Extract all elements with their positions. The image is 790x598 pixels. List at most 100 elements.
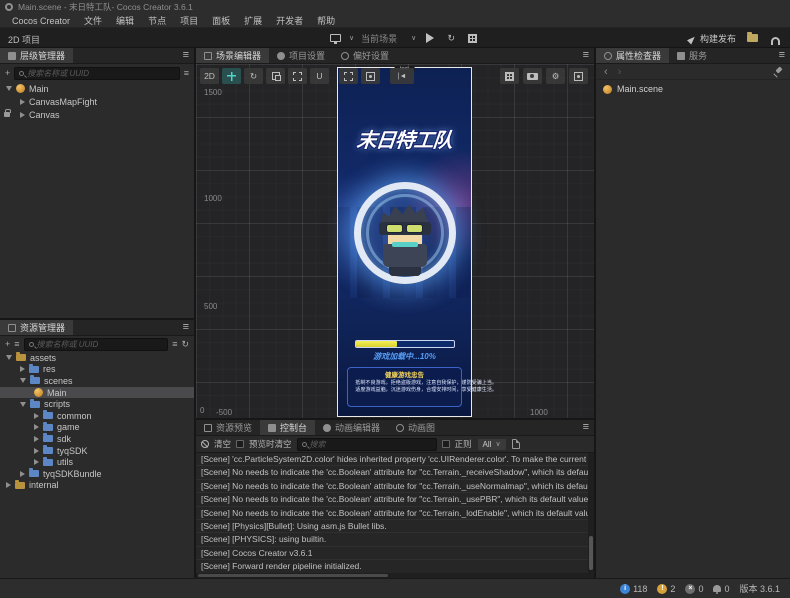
scale-tool-button[interactable] [266, 68, 285, 84]
rotate-tool-button[interactable]: ↻ [244, 68, 263, 84]
hierarchy-filter-button[interactable]: ≡ [184, 68, 189, 78]
hierarchy-menu-icon[interactable]: ≡ [183, 49, 189, 61]
expander-open-icon[interactable] [20, 378, 26, 383]
log-line[interactable]: [Scene] No needs to indicate the 'cc.Boo… [196, 493, 588, 506]
tab-animation-editor[interactable]: 动画编辑器 [315, 420, 388, 435]
expand-preview-button[interactable] [465, 31, 479, 45]
error-count-badge[interactable]: × 0 [685, 584, 703, 594]
asset-folder-common[interactable]: common [0, 410, 194, 422]
assets-menu-icon[interactable]: ≡ [183, 321, 189, 333]
clear-on-preview-checkbox[interactable] [236, 440, 244, 448]
menu-panel[interactable]: 面板 [205, 14, 237, 27]
log-line[interactable]: [Scene] No needs to indicate the 'cc.Boo… [196, 480, 588, 493]
gizmo-space-button[interactable]: U [310, 68, 329, 84]
tab-animation-graph[interactable]: 动画图 [388, 420, 443, 435]
preview-device-button[interactable] [328, 31, 342, 45]
menu-extension[interactable]: 扩展 [237, 14, 269, 27]
expander-closed-icon[interactable] [34, 413, 39, 419]
inspector-menu-icon[interactable]: ≡ [779, 49, 785, 61]
move-tool-button[interactable] [222, 68, 241, 84]
warning-count-badge[interactable]: ! 2 [657, 584, 675, 594]
clear-console-label[interactable]: 清空 [214, 438, 231, 450]
asset-folder-internal[interactable]: internal [0, 480, 194, 492]
device-chevron-icon[interactable]: ∨ [349, 34, 354, 42]
history-forward-button[interactable]: › [618, 66, 622, 78]
asset-folder-res[interactable]: res [0, 364, 194, 376]
view-2d-toggle[interactable]: 2D [200, 68, 219, 84]
collapse-all-button[interactable]: ≡ [14, 339, 19, 349]
asset-scene-main[interactable]: Main [0, 387, 194, 399]
tab-scene-editor[interactable]: 场景编辑器 [196, 48, 269, 63]
create-node-button[interactable]: + [5, 68, 10, 78]
asset-folder-assets[interactable]: assets [0, 352, 194, 364]
expander-closed-icon[interactable] [20, 471, 25, 477]
menu-project[interactable]: 项目 [173, 14, 205, 27]
scene-camera-button[interactable] [523, 68, 542, 84]
hierarchy-node-canvasmapfight[interactable]: CanvasMapFight [0, 95, 194, 108]
asset-folder-scripts[interactable]: scripts [0, 398, 194, 410]
log-line[interactable]: [Scene] No needs to indicate the 'cc.Boo… [196, 507, 588, 520]
asset-folder-tyqsdk[interactable]: tyqSDK [0, 445, 194, 457]
console-vertical-scrollbar[interactable] [589, 536, 593, 570]
asset-folder-utils[interactable]: utils [0, 456, 194, 468]
menu-cocos-creator[interactable]: Cocos Creator [5, 16, 77, 26]
scene-viewport[interactable]: 2D ↻ U |◄ ⚙ 1500 1000 500 [196, 64, 594, 418]
log-line[interactable]: [Scene] [Physics][Bullet]: Using asm.js … [196, 520, 588, 533]
regex-checkbox[interactable] [442, 440, 450, 448]
menu-file[interactable]: 文件 [77, 14, 109, 27]
snap-toggle-button[interactable] [361, 68, 380, 84]
hierarchy-search[interactable] [14, 67, 179, 80]
info-count-badge[interactable]: i 118 [620, 584, 647, 594]
log-line[interactable]: [Scene] 'cc.ParticleSystem2D.color' hide… [196, 453, 588, 466]
log-line[interactable]: [Scene] Cocos Creator v3.6.1 [196, 547, 588, 560]
notification-badge[interactable]: 0 [713, 584, 729, 594]
console-menu-icon[interactable]: ≡ [583, 421, 589, 433]
console-horizontal-scrollbar[interactable] [198, 574, 388, 577]
reload-button[interactable]: ↻ [444, 31, 458, 45]
tab-hierarchy[interactable]: 层级管理器 [0, 48, 73, 63]
open-log-file-icon[interactable] [512, 439, 520, 449]
expander-closed-icon[interactable] [34, 436, 39, 442]
assets-filter-button[interactable]: ≡ [172, 339, 177, 349]
expander-closed-icon[interactable] [20, 99, 25, 105]
scene-gear-button[interactable]: ⚙ [546, 68, 565, 84]
scene-menu-icon[interactable]: ≡ [583, 49, 589, 61]
scene-capture-button[interactable] [569, 68, 588, 84]
expander-open-icon[interactable] [20, 402, 26, 407]
expander-closed-icon[interactable] [20, 112, 25, 118]
inspector-selected-item[interactable]: Main.scene [596, 80, 790, 98]
tab-services[interactable]: 服务 [669, 48, 715, 63]
log-level-filter[interactable]: All ∨ [477, 438, 507, 451]
asset-folder-game[interactable]: game [0, 422, 194, 434]
menu-developer[interactable]: 开发者 [269, 14, 310, 27]
rect-tool-button[interactable] [288, 68, 307, 84]
menu-help[interactable]: 帮助 [310, 14, 342, 27]
hierarchy-node-canvas[interactable]: Canvas [0, 108, 194, 121]
gizmo-handle-button[interactable]: |◄ [390, 68, 414, 84]
tab-asset-preview[interactable]: 资源预览 [196, 420, 260, 435]
log-line[interactable]: [Scene] [PHYSICS]: using builtin. [196, 533, 588, 546]
tab-preferences[interactable]: 偏好设置 [333, 48, 397, 63]
log-line[interactable]: [Scene] No needs to indicate the 'cc.Boo… [196, 466, 588, 479]
play-button[interactable] [423, 31, 437, 45]
assets-refresh-button[interactable]: ↻ [181, 339, 189, 350]
expander-closed-icon[interactable] [34, 448, 39, 454]
assets-search[interactable] [24, 338, 169, 351]
create-asset-button[interactable]: + [5, 339, 10, 349]
support-button[interactable] [768, 31, 782, 45]
expander-open-icon[interactable] [6, 355, 12, 360]
open-project-folder-button[interactable] [745, 31, 759, 45]
pin-icon[interactable] [773, 67, 782, 76]
console-search[interactable] [297, 438, 437, 451]
grid-visibility-button[interactable] [500, 68, 519, 84]
pivot-toggle-button[interactable] [339, 68, 358, 84]
asset-folder-tyqsdkbundle[interactable]: tyqSDKBundle [0, 468, 194, 480]
tab-assets[interactable]: 资源管理器 [0, 320, 73, 335]
scene-select-dropdown[interactable]: 当前场景 ∨ [361, 32, 416, 45]
expander-closed-icon[interactable] [20, 366, 25, 372]
log-line[interactable]: [Scene] Forward render pipeline initiali… [196, 560, 588, 573]
menu-edit[interactable]: 编辑 [109, 14, 141, 27]
expander-closed-icon[interactable] [34, 424, 39, 430]
asset-folder-scenes[interactable]: scenes [0, 375, 194, 387]
assets-search-input[interactable] [37, 340, 164, 349]
